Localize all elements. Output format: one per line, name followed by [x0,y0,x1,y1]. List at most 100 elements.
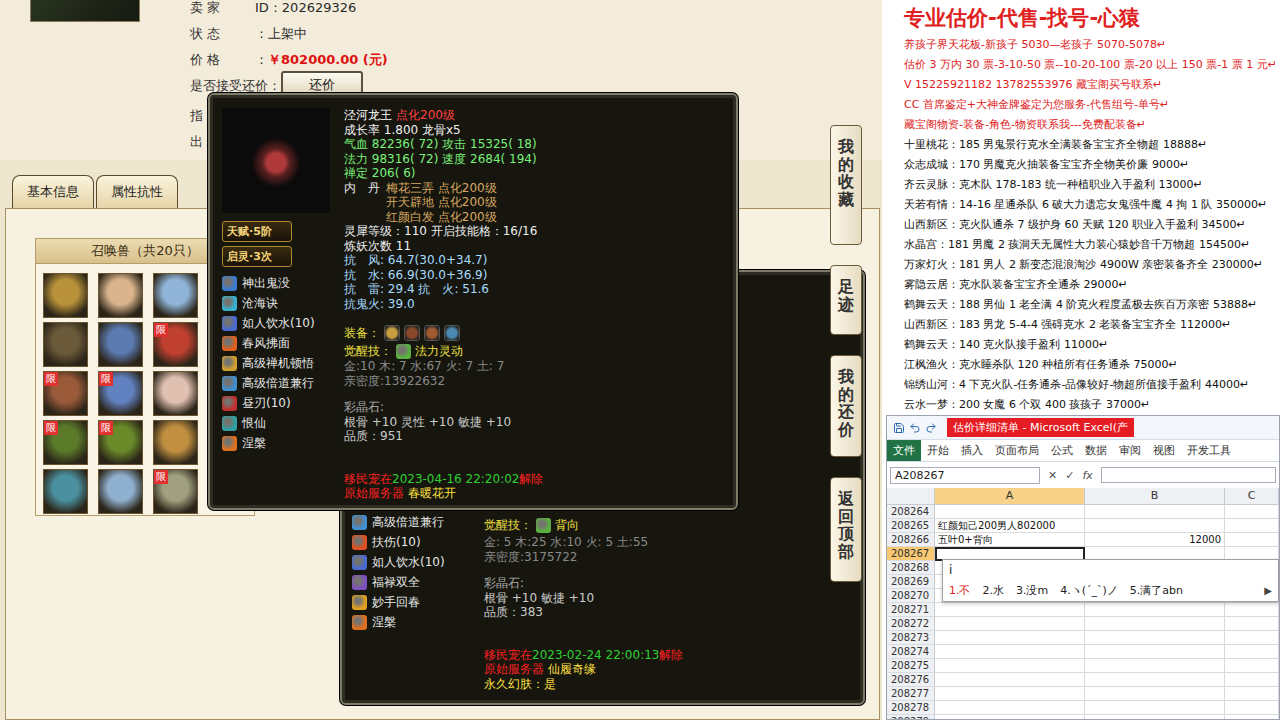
cell[interactable] [935,715,1085,720]
pet-icon[interactable]: 限 [43,371,88,416]
cell[interactable] [1225,617,1279,631]
redo-icon[interactable] [925,422,937,434]
row-number[interactable]: 208277 [887,687,935,701]
row-number[interactable]: 208265 [887,519,935,533]
cell[interactable] [1225,673,1279,687]
pet-icon[interactable] [98,322,143,367]
cell[interactable] [1225,533,1279,547]
cell[interactable] [1225,715,1279,720]
side-button[interactable]: 我的还价 [830,355,862,457]
cell[interactable] [1225,631,1279,645]
cell[interactable] [935,631,1085,645]
cell[interactable] [935,687,1085,701]
row-number[interactable]: 208270 [887,589,935,603]
cell[interactable] [1085,631,1225,645]
row-number[interactable]: 208276 [887,673,935,687]
cell[interactable] [1225,687,1279,701]
cell[interactable] [1085,659,1225,673]
tab[interactable]: 基本信息 [12,175,94,208]
cell[interactable] [1225,505,1279,519]
ribbon-tab[interactable]: 开始 [921,440,955,461]
ime-candidate[interactable]: 1.不 [949,583,971,598]
column-header[interactable]: B [1085,488,1225,505]
cell[interactable] [1085,519,1225,533]
ribbon-tab[interactable]: 视图 [1147,440,1181,461]
cell[interactable] [1225,603,1279,617]
cell[interactable] [935,673,1085,687]
pet-icon[interactable]: 限 [98,371,143,416]
ime-candidate[interactable]: 3.没m [1016,583,1048,598]
row-number[interactable]: 208275 [887,659,935,673]
row-number[interactable]: 208264 [887,505,935,519]
tab[interactable]: 属性抗性 [96,175,178,208]
cell[interactable]: 五叶0+背向 [935,533,1085,547]
row-number[interactable]: 208279 [887,715,935,720]
undo-icon[interactable] [909,422,921,434]
row-number[interactable]: 208278 [887,701,935,715]
column-header[interactable]: C [1225,488,1279,505]
cell[interactable] [1085,645,1225,659]
cell[interactable] [1225,645,1279,659]
ribbon-tab[interactable]: 页面布局 [989,440,1045,461]
pet-icon[interactable]: 限 [98,420,143,465]
pet-icon[interactable]: 限 [153,469,198,514]
cell[interactable] [1085,715,1225,720]
cell[interactable] [1085,673,1225,687]
pet-icon[interactable] [43,469,88,514]
ime-next[interactable]: ▶ [1264,585,1272,596]
column-header[interactable]: A [935,488,1085,505]
side-button[interactable]: 我的收藏 [830,125,862,245]
cell[interactable] [935,701,1085,715]
ribbon-tab[interactable]: 公式 [1045,440,1079,461]
pet-icon[interactable] [153,273,198,318]
cell[interactable] [1225,659,1279,673]
row-number[interactable]: 208271 [887,603,935,617]
cell[interactable] [1225,519,1279,533]
row-number[interactable]: 208267 [887,547,935,561]
pet-icon[interactable] [153,420,198,465]
ribbon-tab[interactable]: 数据 [1079,440,1113,461]
cell[interactable] [1085,701,1225,715]
row-number[interactable]: 208272 [887,617,935,631]
pet-icon[interactable] [43,273,88,318]
cell[interactable] [935,659,1085,673]
row-number[interactable]: 208273 [887,631,935,645]
cell[interactable] [1085,687,1225,701]
ribbon-tab[interactable]: 文件 [887,440,921,461]
ribbon-tab[interactable]: 审阅 [1113,440,1147,461]
pet-icon[interactable]: 限 [43,420,88,465]
formula-input[interactable] [1101,467,1276,483]
cell[interactable] [935,645,1085,659]
row-number[interactable]: 208268 [887,561,935,575]
cell[interactable] [935,617,1085,631]
cell[interactable] [935,505,1085,519]
formula-icon[interactable]: ✓ [1065,469,1074,482]
ime-candidate[interactable]: 5.满了abn [1130,583,1183,598]
cell[interactable] [1085,617,1225,631]
save-icon[interactable] [893,422,905,434]
pet-icon[interactable] [98,273,143,318]
row-number[interactable]: 208274 [887,645,935,659]
side-button[interactable]: 足迹 [830,265,862,335]
ribbon-tab[interactable]: 开发工具 [1181,440,1237,461]
cell[interactable] [1085,603,1225,617]
pet-icon[interactable] [43,322,88,367]
cell[interactable]: 红颜知己200男人802000 [935,519,1085,533]
cell[interactable] [1085,505,1225,519]
ribbon-tab[interactable]: 插入 [955,440,989,461]
cell[interactable]: 12000 [1085,533,1225,547]
row-number[interactable]: 208266 [887,533,935,547]
name-box[interactable]: A208267 [890,467,1040,484]
pet-icon[interactable] [98,469,143,514]
cell[interactable] [935,603,1085,617]
pet-icon[interactable] [153,371,198,416]
cell[interactable] [1225,701,1279,715]
row-number[interactable]: 208269 [887,575,935,589]
formula-icon[interactable]: ✕ [1048,469,1057,482]
ime-candidate[interactable]: 4.ヽ(ˊ_ˋ)ノ [1060,583,1118,598]
corner-cell[interactable] [887,488,935,505]
ime-candidate[interactable]: 2.水 [983,583,1005,598]
formula-icon[interactable]: fx [1082,469,1092,482]
pet-icon[interactable]: 限 [153,322,198,367]
side-button[interactable]: 返回顶部 [830,477,862,582]
